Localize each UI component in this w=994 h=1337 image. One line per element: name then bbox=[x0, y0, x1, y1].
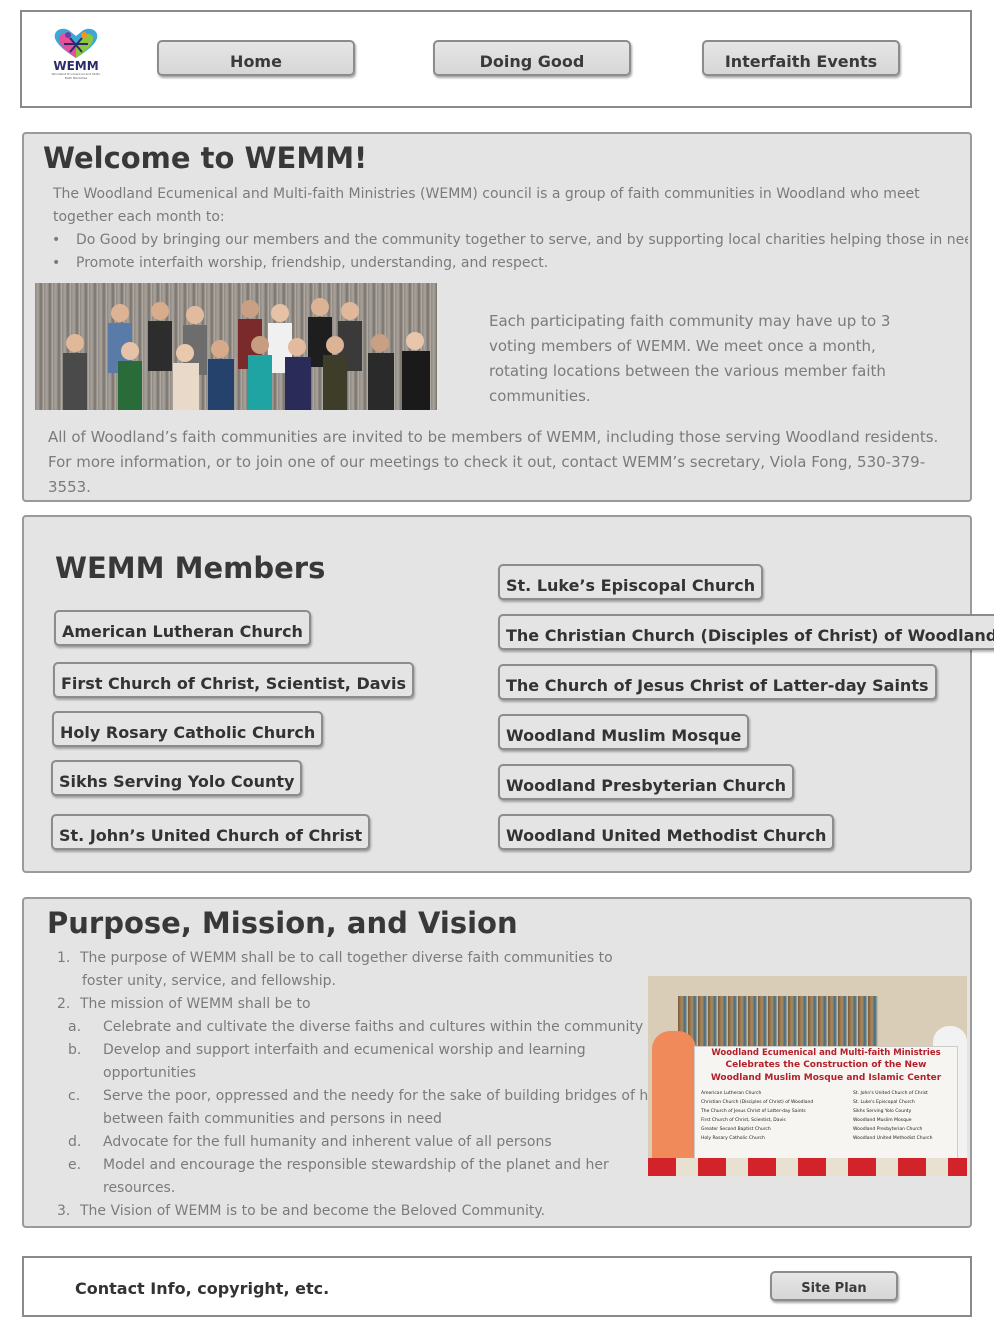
banner-list-item: First Church of Christ, Scientist, Davis bbox=[701, 1118, 786, 1123]
welcome-bullet: Do Good by bringing our members and the … bbox=[52, 229, 968, 252]
purpose-list: 1. The purpose of WEMM shall be to call … bbox=[57, 950, 675, 1219]
site-plan-button[interactable]: Site Plan bbox=[770, 1271, 898, 1301]
member-button-st-johns-ucc[interactable]: St. John’s United Church of Christ bbox=[51, 814, 371, 850]
person-left bbox=[652, 1031, 696, 1176]
banner-list-item: Holy Rosary Catholic Church bbox=[701, 1136, 765, 1141]
member-button-woodland-muslim-mosque[interactable]: Woodland Muslim Mosque bbox=[498, 714, 750, 750]
welcome-bottom-text: All of Woodland’s faith communities are … bbox=[48, 428, 939, 496]
member-button-american-lutheran[interactable]: American Lutheran Church bbox=[54, 610, 311, 646]
member-button-woodland-presbyterian[interactable]: Woodland Presbyterian Church bbox=[498, 764, 795, 800]
logo[interactable]: WEMM Woodland Ecumenical and Multi-Faith… bbox=[50, 26, 102, 80]
member-button-woodland-united-methodist[interactable]: Woodland United Methodist Church bbox=[498, 814, 835, 850]
banner-list-item: Woodland United Methodist Church bbox=[853, 1136, 933, 1141]
banner-line-3: Woodland Muslim Mosque and Islamic Cente… bbox=[710, 1073, 942, 1083]
banner-list-right: St. John's United Church of Christ St. L… bbox=[853, 1089, 953, 1143]
footer-text: Contact Info, copyright, etc. bbox=[75, 1279, 330, 1298]
welcome-bullets: Do Good by bringing our members and the … bbox=[52, 229, 968, 275]
banner-list-item: Christian Church (Disciples of Christ) o… bbox=[701, 1100, 814, 1105]
nav-home-button[interactable]: Home bbox=[157, 40, 355, 76]
banner-line-2: Celebrates the Construction of the New bbox=[725, 1060, 927, 1070]
banner-list-item: The Church of Jesus Christ of Latter-day… bbox=[701, 1109, 806, 1114]
banner-list-item: Woodland Presbyterian Church bbox=[853, 1127, 923, 1132]
red-chairs bbox=[648, 1158, 967, 1176]
member-button-christian-church-disciples[interactable]: The Christian Church (Disciples of Chris… bbox=[498, 614, 994, 650]
banner-line-1: Woodland Ecumenical and Multi-faith Mini… bbox=[711, 1048, 941, 1058]
logo-heart-icon bbox=[54, 28, 98, 58]
banner-list-item: Woodland Muslim Mosque bbox=[853, 1118, 912, 1123]
welcome-bullet: Promote interfaith worship, friendship, … bbox=[52, 252, 968, 275]
nav-interfaith-events-button[interactable]: Interfaith Events bbox=[702, 40, 900, 76]
welcome-side-text: Each participating faith community may h… bbox=[489, 312, 891, 405]
banner-list-left: American Lutheran Church Christian Churc… bbox=[701, 1089, 851, 1143]
nav-doing-good-button[interactable]: Doing Good bbox=[433, 40, 631, 76]
member-button-latter-day-saints[interactable]: The Church of Jesus Christ of Latter-day… bbox=[498, 664, 937, 700]
member-button-holy-rosary[interactable]: Holy Rosary Catholic Church bbox=[52, 711, 324, 747]
logo-subtext: Woodland Ecumenical and Multi-Faith Mini… bbox=[51, 72, 101, 80]
purpose-title: Purpose, Mission, and Vision bbox=[47, 906, 518, 940]
group-people-image bbox=[63, 298, 430, 410]
banner-list-item: St. Luke's Episcopal Church bbox=[853, 1100, 915, 1105]
member-button-first-church-christ-scientist[interactable]: First Church of Christ, Scientist, Davis bbox=[53, 662, 414, 698]
banner-list-item: St. John's United Church of Christ bbox=[853, 1091, 928, 1096]
logo-text: WEMM bbox=[53, 59, 99, 73]
banner-list-item: Greater Second Baptist Church bbox=[701, 1127, 771, 1132]
welcome-title: Welcome to WEMM! bbox=[43, 141, 368, 175]
banner-list-item: Sikhs Serving Yolo County bbox=[853, 1109, 912, 1114]
banner-list-item: American Lutheran Church bbox=[701, 1091, 762, 1096]
group-photo bbox=[35, 283, 437, 410]
member-button-sikhs-serving-yolo[interactable]: Sikhs Serving Yolo County bbox=[51, 760, 303, 796]
welcome-intro: The Woodland Ecumenical and Multi-faith … bbox=[53, 186, 920, 225]
banner: Woodland Ecumenical and Multi-faith Mini… bbox=[694, 1046, 958, 1160]
members-title: WEMM Members bbox=[55, 551, 326, 585]
mosque-celebration-photo: Woodland Ecumenical and Multi-faith Mini… bbox=[648, 976, 967, 1176]
member-button-st-lukes-episcopal[interactable]: St. Luke’s Episcopal Church bbox=[498, 564, 764, 600]
